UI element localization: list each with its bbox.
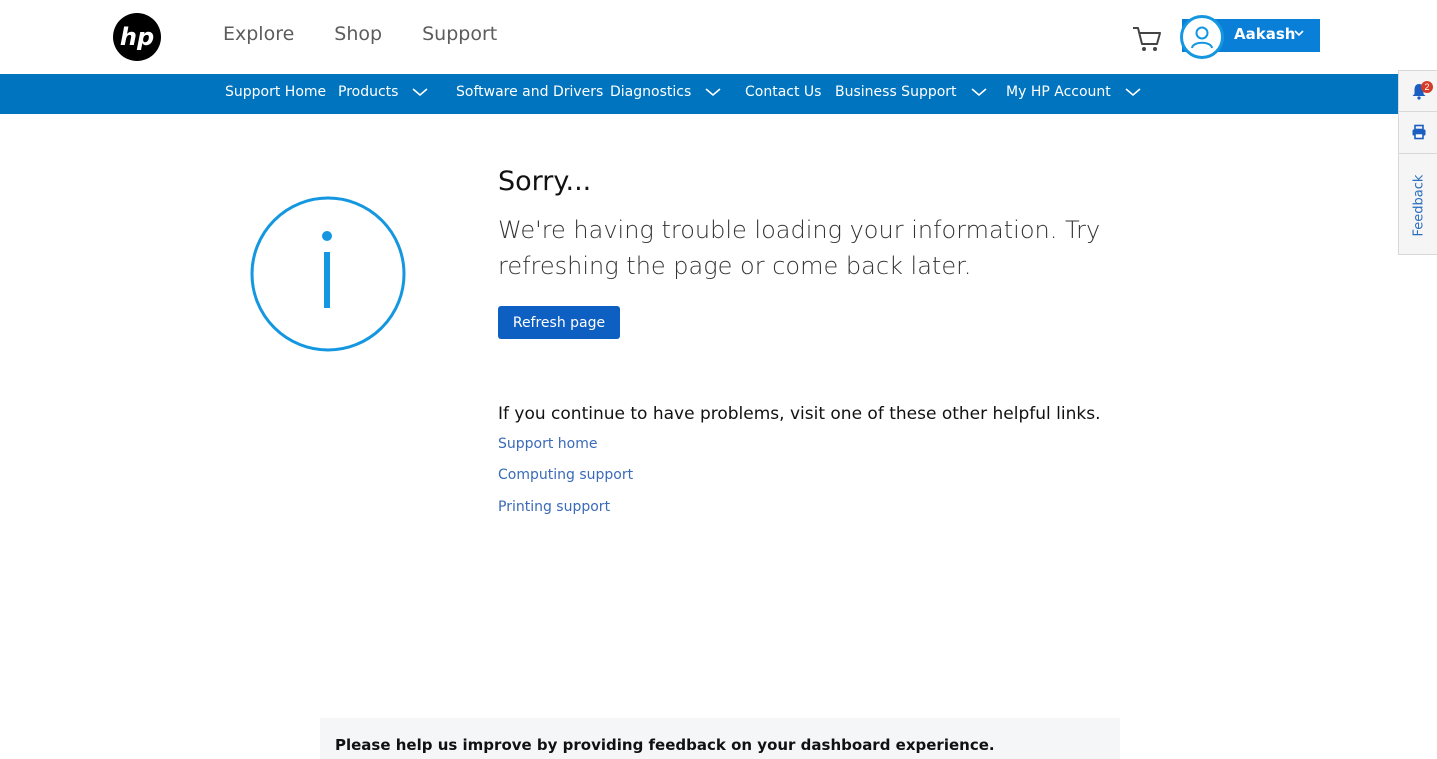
page-title: Sorry...: [498, 166, 592, 197]
chevron-down-icon: [1125, 88, 1141, 97]
support-subnav: Support Home Products Software and Drive…: [0, 74, 1437, 114]
notifications-button[interactable]: 2: [1399, 71, 1437, 111]
side-rail: 2 Feedback: [1398, 70, 1437, 255]
subnav-my-hp-account[interactable]: My HP Account: [1006, 74, 1141, 114]
help-heading: If you continue to have problems, visit …: [498, 404, 1101, 424]
notification-badge: 2: [1421, 81, 1433, 93]
subnav-label: Diagnostics: [610, 84, 692, 100]
chevron-down-icon: [412, 88, 428, 97]
subnav-software-drivers[interactable]: Software and Drivers: [456, 74, 603, 114]
hp-logo-icon[interactable]: hp: [112, 12, 162, 62]
nav-shop[interactable]: Shop: [334, 20, 382, 48]
top-header: hp Explore Shop Support Aakash: [0, 0, 1437, 74]
account-menu-button[interactable]: Aakash: [1180, 15, 1320, 59]
subnav-label: Business Support: [835, 84, 957, 100]
error-message: We're having trouble loading your inform…: [498, 216, 1101, 280]
subnav-label: My HP Account: [1006, 84, 1111, 100]
rail-divider: [1399, 153, 1437, 154]
subnav-label: Support Home: [225, 84, 327, 100]
link-computing-support[interactable]: Computing support: [498, 467, 633, 483]
feedback-label: Feedback: [1411, 174, 1427, 236]
account-name: Aakash: [1234, 25, 1296, 43]
info-icon: [250, 196, 406, 352]
printer-icon: [1412, 124, 1425, 140]
subnav-label: Products: [338, 84, 399, 100]
chevron-down-icon: [1294, 30, 1304, 37]
chevron-down-icon: [705, 88, 721, 97]
nav-support[interactable]: Support: [422, 20, 497, 48]
chevron-down-icon: [971, 88, 987, 97]
svg-text:hp: hp: [120, 23, 154, 51]
subnav-diagnostics[interactable]: Diagnostics: [610, 74, 721, 114]
subnav-products[interactable]: Products: [338, 74, 428, 114]
avatar-icon: [1180, 15, 1224, 59]
nav-explore[interactable]: Explore: [223, 20, 294, 48]
feedback-tab[interactable]: Feedback: [1399, 155, 1437, 255]
feedback-banner: Please help us improve by providing feed…: [320, 718, 1120, 759]
cart-icon[interactable]: [1131, 24, 1163, 54]
refresh-page-button[interactable]: Refresh page: [498, 306, 620, 339]
top-nav: Explore Shop Support: [223, 20, 537, 48]
print-button[interactable]: [1399, 112, 1437, 152]
subnav-label: Software and Drivers: [456, 84, 604, 100]
feedback-banner-text: Please help us improve by providing feed…: [335, 736, 995, 754]
link-printing-support[interactable]: Printing support: [498, 499, 610, 515]
subnav-contact-us[interactable]: Contact Us: [745, 74, 821, 114]
link-support-home[interactable]: Support home: [498, 436, 597, 452]
subnav-label: Contact Us: [745, 84, 822, 100]
subnav-support-home[interactable]: Support Home: [225, 74, 326, 114]
subnav-business-support[interactable]: Business Support: [835, 74, 987, 114]
